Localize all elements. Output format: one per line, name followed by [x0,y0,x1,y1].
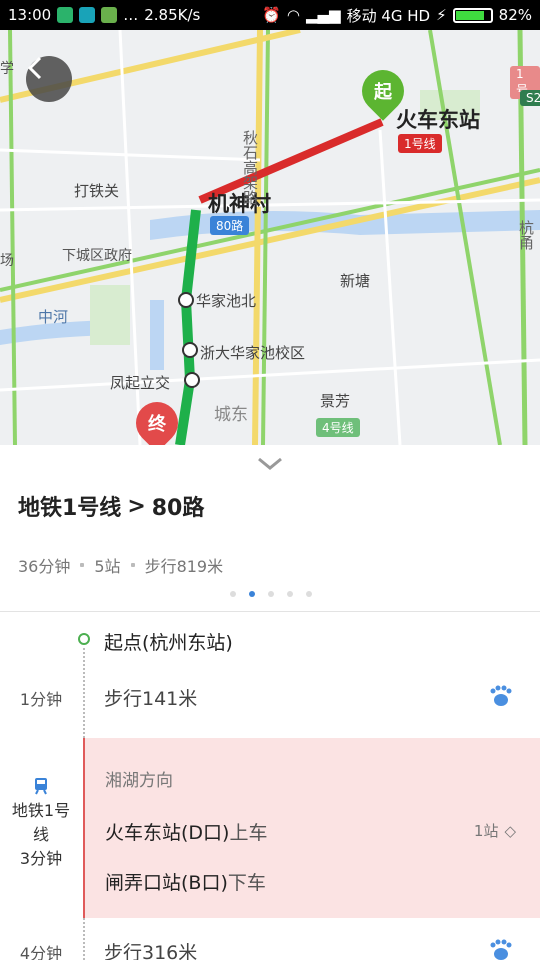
route-map[interactable]: 起 终 火车东站 1号线 机神村 80路 打铁关 下城区政府 华家池北 浙大华家… [0,30,540,445]
s2-tag: S2 [520,90,540,106]
more-icon: … [123,6,139,24]
walk1-text[interactable]: 步行141米 [104,684,197,711]
label-xue: 学 [0,61,14,77]
footprint-icon[interactable] [488,684,514,708]
stop-fengqilijiao [184,372,200,388]
summary-stops: 5站 [94,557,121,576]
app-icon [79,7,96,23]
start-circle-icon [78,633,90,645]
start-point[interactable]: 起点(杭州东站) [104,628,233,655]
separator-dot [80,563,85,567]
network-speed: 2.85K/s [144,6,201,24]
back-button[interactable] [26,56,72,102]
metro-line-name: 地铁1号线 [11,801,71,844]
chevron-left-icon [27,56,42,80]
label-huajiachibei: 华家池北 [196,292,257,310]
label-jingfang: 景芳 [320,392,351,410]
stop-count-toggle[interactable]: 1站 ◇ [474,820,516,841]
charging-icon: ⚡ [436,6,447,24]
label-xintang: 新塘 [340,272,371,290]
footprint-icon[interactable] [488,938,514,960]
question-app-icon [101,7,118,23]
expand-icon: ◇ [504,821,516,840]
walk-line [83,918,85,960]
label-zheda: 浙大华家池校区 [200,344,306,362]
walk-line [83,648,85,738]
map-canvas [0,30,540,445]
shield-app-icon [57,7,74,23]
bus-80-route [175,209,201,445]
summary-time: 36分钟 [18,557,71,576]
metro-time: 3分钟 [19,849,63,868]
route-detail-panel: 地铁1号线 > 80路 36分钟 5站 步行819米 起点(杭州东站) 1分钟 … [0,445,540,960]
page-dot-active[interactable] [249,591,255,597]
signal-icon: ▂▄▆ [305,6,341,24]
label-xiachengqu: 下城区政府 [62,248,132,264]
page-dot[interactable] [268,591,274,597]
metro-step[interactable]: 湘湖方向 火车东站(D口)上车 1站 ◇ 闸弄口站(B口)下车 [85,738,540,918]
separator-dot [130,563,135,567]
page-dot[interactable] [287,591,293,597]
line1-tag: 1号线 [398,134,442,153]
bus80-tag: 80路 [210,216,250,235]
route-title-sep: > [127,493,146,519]
alarm-icon: ⏰ [262,6,281,24]
metro-side-label: 地铁1号线 3分钟 [0,777,82,871]
chevron-down-icon[interactable] [255,453,285,473]
label-huochedongzhan: 火车东站 [396,108,480,132]
carrier-label: 移动 4G HD [346,6,431,25]
alight-station: 闸弄口站(B口)下车 [105,872,266,894]
train-icon [35,778,47,795]
route-title-metro: 地铁1号线 [18,496,122,521]
route-summary: 36分钟 5站 步行819米 [18,553,223,577]
metro-direction: 湘湖方向 [105,771,173,791]
line4-tag: 4号线 [316,418,360,437]
walk1-time: 1分钟 [19,690,63,709]
route-title: 地铁1号线 > 80路 [18,490,204,522]
park [90,285,130,345]
route-title-bus: 80路 [151,496,205,521]
label-zhonghe: 中河 [38,308,69,326]
label-chengdong: 城东 [214,405,248,425]
battery-icon [452,7,493,23]
label-qiushi: 秋石高架路 [241,130,259,205]
stop-huajiachibei [178,292,194,308]
status-bar: 13:00 … 2.85K/s ⏰ ◠ ▂▄▆ 移动 4G HD ⚡ 82% [0,0,540,30]
walk2-text[interactable]: 步行316米 [104,938,197,960]
label-fengqilijiao: 凤起立交 [110,374,171,392]
clock: 13:00 [8,6,52,24]
summary-walk: 步行819米 [144,557,224,576]
route-steps: 起点(杭州东站) 1分钟 步行141米 湘湖方向 火车东站(D口)上车 1站 ◇… [0,612,540,960]
label-hangyong: 杭甬 [517,220,535,250]
label-chang: 场 [0,253,14,269]
board-station: 火车东站(D口)上车 [105,822,268,844]
page-indicator [230,591,312,597]
walk2-time: 4分钟 [19,944,63,960]
label-datieguan: 打铁关 [74,182,120,200]
battery-level: 82% [498,6,532,24]
page-dot[interactable] [306,591,312,597]
canal [150,300,164,370]
wifi-icon: ◠ [286,6,300,24]
stop-zheda [182,342,198,358]
page-dot[interactable] [230,591,236,597]
